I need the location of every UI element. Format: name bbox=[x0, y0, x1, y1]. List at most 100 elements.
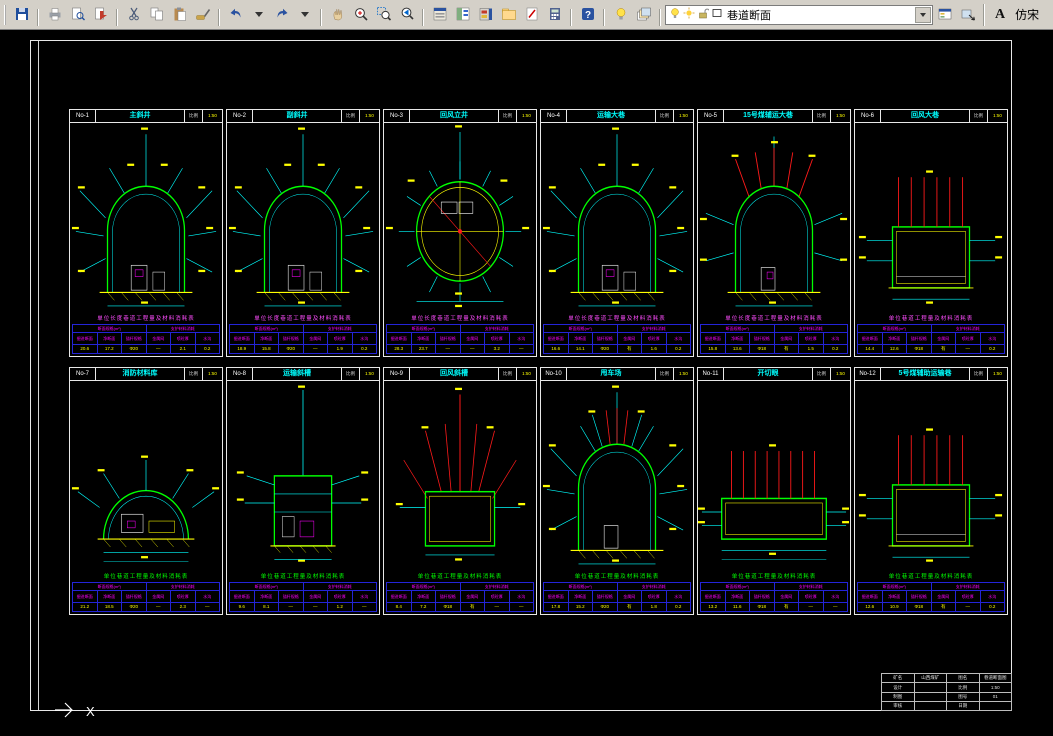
print-preview-icon[interactable] bbox=[66, 2, 89, 25]
section-panel-no-3[interactable]: No-3 回风立井 比例 1:50 单位长度巷道工程量及材料消耗表 断面规格(m²) 支护材… bbox=[383, 109, 537, 357]
panel-scale-label: 比例 bbox=[184, 110, 202, 122]
quantity-table: 断面规格(m²) 支护材料消耗 掘进断面 净断面 锚杆规格 金属网 喷砼厚 水沟 14.4 12.… bbox=[857, 324, 1005, 354]
print-icon[interactable] bbox=[43, 2, 66, 25]
panel-title: 回风斜槽 bbox=[440, 370, 468, 377]
properties-icon[interactable] bbox=[428, 2, 451, 25]
pan-icon[interactable] bbox=[326, 2, 349, 25]
zoom-realtime-icon[interactable] bbox=[349, 2, 372, 25]
panels-grid: No-1 主斜井 比例 1:50 单位长度巷道工程量及材料消耗表 断面规格(m²) 支护材料… bbox=[69, 109, 1008, 615]
panel-caption: 单位巷道工程量及材料消耗表 bbox=[888, 574, 974, 580]
panel-title: 15号煤辅运大巷 bbox=[743, 112, 793, 119]
section-drawing bbox=[227, 123, 379, 315]
panel-scale-value: 1:50 bbox=[830, 368, 850, 380]
sun-thaw-icon[interactable] bbox=[683, 6, 695, 24]
panel-scale-label: 比例 bbox=[184, 368, 202, 380]
design-center-icon[interactable] bbox=[451, 2, 474, 25]
redo-dropdown-icon[interactable] bbox=[293, 2, 316, 25]
panel-scale-value: 1:50 bbox=[359, 368, 379, 380]
layer-walk-icon[interactable] bbox=[956, 2, 979, 25]
panel-caption: 单位巷道工程量及材料消耗表 bbox=[260, 574, 346, 580]
zoom-window-icon[interactable] bbox=[372, 2, 395, 25]
panel-header: No-7 消防材料库 比例 1:50 bbox=[70, 368, 222, 381]
lock-open-icon[interactable] bbox=[697, 6, 710, 24]
section-panel-no-12[interactable]: No-12 5号煤辅助运输巷 比例 1:50 单位巷道工程量及材料消耗表 断面规格(m²)… bbox=[854, 367, 1008, 615]
text-style-value[interactable]: 仿宋 bbox=[1009, 6, 1045, 23]
section-panel-no-6[interactable]: No-6 回风大巷 比例 1:50 单位巷道工程量及材料消耗表 断面规格(m²) 支护材料消… bbox=[854, 109, 1008, 357]
toolbar-separator bbox=[603, 8, 605, 26]
section-panel-no-10[interactable]: No-10 甩车场 比例 1:50 单位巷道工程量及材料消耗表 断面规格(m²) 支护材料消… bbox=[540, 367, 694, 615]
panel-number: No-6 bbox=[855, 110, 881, 122]
panel-number: No-12 bbox=[855, 368, 881, 380]
redo-icon[interactable] bbox=[270, 2, 293, 25]
help-icon[interactable]: ? bbox=[576, 2, 599, 25]
undo-icon[interactable] bbox=[224, 2, 247, 25]
combo-dropdown-button[interactable] bbox=[915, 6, 931, 23]
quantity-table: 断面规格(m²) 支护材料消耗 掘进断面 净断面 锚杆规格 金属网 喷砼厚 水沟 20.6 17.… bbox=[72, 324, 220, 354]
tool-palettes-icon[interactable] bbox=[474, 2, 497, 25]
bulb-on-icon[interactable] bbox=[669, 6, 681, 24]
text-style-icon[interactable]: A bbox=[995, 7, 1005, 23]
match-properties-icon[interactable] bbox=[191, 2, 214, 25]
drawing-canvas[interactable]: No-1 主斜井 比例 1:50 单位长度巷道工程量及材料消耗表 断面规格(m²) 支护材料… bbox=[0, 30, 1053, 736]
panel-scale-label: 比例 bbox=[498, 110, 516, 122]
section-panel-no-1[interactable]: No-1 主斜井 比例 1:50 单位长度巷道工程量及材料消耗表 断面规格(m²) 支护材料… bbox=[69, 109, 223, 357]
panel-number: No-7 bbox=[70, 368, 96, 380]
panel-title: 5号煤辅助运输巷 bbox=[898, 370, 952, 377]
layers-icon[interactable] bbox=[632, 2, 655, 25]
panel-number: No-3 bbox=[384, 110, 410, 122]
toolbar-separator bbox=[659, 8, 661, 26]
titleblock-cell: 审核 bbox=[881, 700, 915, 712]
panel-title: 主斜井 bbox=[129, 112, 151, 119]
section-drawing bbox=[541, 381, 693, 573]
panel-caption: 单位巷道工程量及材料消耗表 bbox=[103, 574, 189, 580]
sheet-set-icon[interactable] bbox=[497, 2, 520, 25]
paste-icon[interactable] bbox=[168, 2, 191, 25]
panel-caption: 单位长度巷道工程量及材料消耗表 bbox=[725, 316, 823, 322]
layer-states-icon[interactable] bbox=[609, 2, 632, 25]
panel-title: 消防材料库 bbox=[122, 370, 158, 377]
titleblock-cell: 01 bbox=[978, 691, 1012, 702]
section-panel-no-5[interactable]: No-5 15号煤辅运大巷 比例 1:50 单位长度巷道工程量及材料消耗表 断面规格(m²… bbox=[697, 109, 851, 357]
titleblock-cell: 巷道断面图 bbox=[978, 672, 1012, 684]
cut-icon[interactable] bbox=[122, 2, 145, 25]
markup-icon[interactable] bbox=[520, 2, 543, 25]
section-panel-no-8[interactable]: No-8 运输斜槽 比例 1:50 单位巷道工程量及材料消耗表 断面规格(m²) 支护材料消… bbox=[226, 367, 380, 615]
panel-title: 回风立井 bbox=[440, 112, 468, 119]
layer-manager-icon[interactable] bbox=[933, 2, 956, 25]
section-panel-no-9[interactable]: No-9 回风斜槽 比例 1:50 单位巷道工程量及材料消耗表 断面规格(m²) 支护材料消… bbox=[383, 367, 537, 615]
publish-icon[interactable] bbox=[89, 2, 112, 25]
panel-header: No-12 5号煤辅助运输巷 比例 1:50 bbox=[855, 368, 1007, 381]
section-drawing bbox=[70, 381, 222, 573]
undo-dropdown-icon[interactable] bbox=[247, 2, 270, 25]
titleblock-cell: 日期 bbox=[946, 700, 980, 712]
panel-scale-label: 比例 bbox=[969, 110, 987, 122]
panel-header: No-10 甩车场 比例 1:50 bbox=[541, 368, 693, 381]
quantity-table: 断面规格(m²) 支护材料消耗 掘进断面 净断面 锚杆规格 金属网 喷砼厚 水沟 21.2 18.… bbox=[72, 582, 220, 612]
panel-header: No-8 运输斜槽 比例 1:50 bbox=[227, 368, 379, 381]
section-drawing bbox=[227, 381, 379, 573]
panel-caption: 单位长度巷道工程量及材料消耗表 bbox=[97, 316, 195, 322]
layer-combobox[interactable]: 巷道断面 bbox=[665, 4, 933, 25]
panel-caption: 单位巷道工程量及材料消耗表 bbox=[417, 574, 503, 580]
panel-scale-label: 比例 bbox=[655, 368, 673, 380]
titleblock-cell: 图名 bbox=[946, 672, 980, 684]
save-icon[interactable] bbox=[10, 2, 33, 25]
titleblock-cell bbox=[913, 682, 947, 693]
titleblock-cell: 图号 bbox=[946, 691, 980, 702]
panel-number: No-2 bbox=[227, 110, 253, 122]
panel-scale-value: 1:50 bbox=[987, 110, 1007, 122]
copy-icon[interactable] bbox=[145, 2, 168, 25]
panel-scale-value: 1:50 bbox=[673, 110, 693, 122]
section-panel-no-2[interactable]: No-2 副斜井 比例 1:50 单位长度巷道工程量及材料消耗表 断面规格(m²) 支护材料… bbox=[226, 109, 380, 357]
toolbar-separator bbox=[320, 8, 322, 26]
panel-scale-label: 比例 bbox=[969, 368, 987, 380]
zoom-previous-icon[interactable] bbox=[395, 2, 418, 25]
toolbar-grip[interactable] bbox=[4, 4, 7, 25]
section-panel-no-4[interactable]: No-4 运输大巷 比例 1:50 单位长度巷道工程量及材料消耗表 断面规格(m²) 支护材… bbox=[540, 109, 694, 357]
calculator-icon[interactable] bbox=[543, 2, 566, 25]
section-drawing bbox=[698, 123, 850, 315]
section-panel-no-11[interactable]: No-11 开切眼 比例 1:50 单位巷道工程量及材料消耗表 断面规格(m²) 支护材料消… bbox=[697, 367, 851, 615]
quantity-table: 断面规格(m²) 支护材料消耗 掘进断面 净断面 锚杆规格 金属网 喷砼厚 水沟 17.8 15.… bbox=[543, 582, 691, 612]
section-panel-no-7[interactable]: No-7 消防材料库 比例 1:50 单位巷道工程量及材料消耗表 断面规格(m²) 支护材料… bbox=[69, 367, 223, 615]
color-swatch-icon[interactable] bbox=[711, 6, 723, 24]
